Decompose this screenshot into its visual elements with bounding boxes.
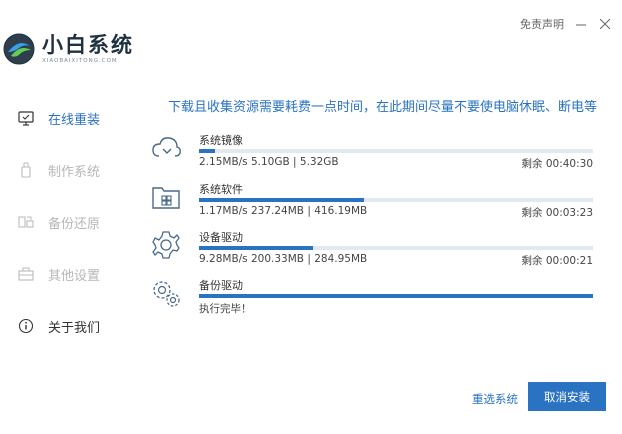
disclaimer-link[interactable]: 免责声明	[520, 16, 564, 32]
reselect-system-button[interactable]: 重选系统	[472, 391, 518, 407]
software-folder-icon	[152, 187, 180, 209]
monitor-icon	[18, 110, 34, 126]
info-icon	[18, 318, 34, 334]
download-notice: 下载且收集资源需要耗费一点时间，在此期间尽量不要使电脑休眠、断电等	[168, 100, 598, 115]
task-detail: 1.17MB/s 237.24MB | 416.19MB	[199, 205, 368, 217]
cancel-install-button[interactable]: 取消安装	[528, 382, 606, 411]
sidebar-item-label: 制作系统	[48, 164, 101, 180]
sidebar-item-about-us[interactable]: 关于我们	[0, 300, 126, 352]
sidebar-item-label: 其他设置	[48, 268, 101, 284]
task-name: 备份驱动	[199, 279, 243, 292]
sidebar-item-make-system[interactable]: 制作系统	[0, 144, 126, 196]
progress-fill	[199, 149, 215, 153]
task-system-image: 系统镜像 2.15MB/s 5.10GB | 5.32GB 剩余 00:40:3…	[150, 132, 595, 172]
task-name: 设备驱动	[199, 231, 243, 244]
task-name: 系统镜像	[199, 134, 243, 147]
progress-bar	[199, 294, 593, 298]
app-domain: XIAOBAIXITONG.COM	[42, 58, 118, 64]
usb-drive-icon	[18, 162, 34, 178]
task-system-software: 系统软件 1.17MB/s 237.24MB | 416.19MB 剩余 00:…	[150, 181, 595, 221]
progress-bar	[199, 246, 593, 250]
sidebar: 在线重装 制作系统 备份还原 其他设置 关于我们	[0, 92, 126, 352]
close-icon[interactable]	[598, 17, 612, 31]
app-logo: 小白系统 XIAOBAIXITONG.COM	[2, 32, 134, 66]
sidebar-item-label: 备份还原	[48, 216, 101, 232]
task-remaining: 剩余 00:00:21	[521, 255, 594, 267]
progress-bar	[199, 198, 593, 202]
sidebar-item-online-reinstall[interactable]: 在线重装	[0, 92, 126, 144]
task-name: 系统软件	[199, 183, 243, 196]
sidebar-item-backup-restore[interactable]: 备份还原	[0, 196, 126, 248]
task-remaining: 剩余 00:03:23	[521, 207, 594, 219]
task-remaining: 剩余 00:40:30	[521, 158, 594, 170]
task-detail: 执行完毕！	[199, 303, 252, 315]
gears-icon	[153, 281, 180, 307]
progress-bar	[199, 149, 593, 153]
logo-mark-icon	[3, 33, 35, 65]
sidebar-item-other-settings[interactable]: 其他设置	[0, 248, 126, 300]
progress-fill	[199, 246, 314, 250]
toolbox-icon	[18, 266, 34, 282]
task-detail: 2.15MB/s 5.10GB | 5.32GB	[199, 156, 339, 168]
progress-fill	[199, 294, 593, 298]
app-name: 小白系统	[42, 33, 134, 57]
sidebar-item-label: 关于我们	[48, 320, 101, 336]
backup-icon	[18, 214, 34, 230]
gear-icon	[152, 231, 180, 259]
minimize-icon[interactable]	[574, 17, 588, 31]
cloud-download-icon	[152, 137, 181, 157]
task-detail: 9.28MB/s 200.33MB | 284.95MB	[199, 253, 368, 265]
task-backup-driver: 备份驱动 执行完毕！	[150, 277, 595, 317]
task-device-driver: 设备驱动 9.28MB/s 200.33MB | 284.95MB 剩余 00:…	[150, 229, 595, 269]
window-controls: 免责声明	[520, 16, 612, 32]
sidebar-item-label: 在线重装	[48, 112, 101, 128]
progress-fill	[199, 198, 365, 202]
